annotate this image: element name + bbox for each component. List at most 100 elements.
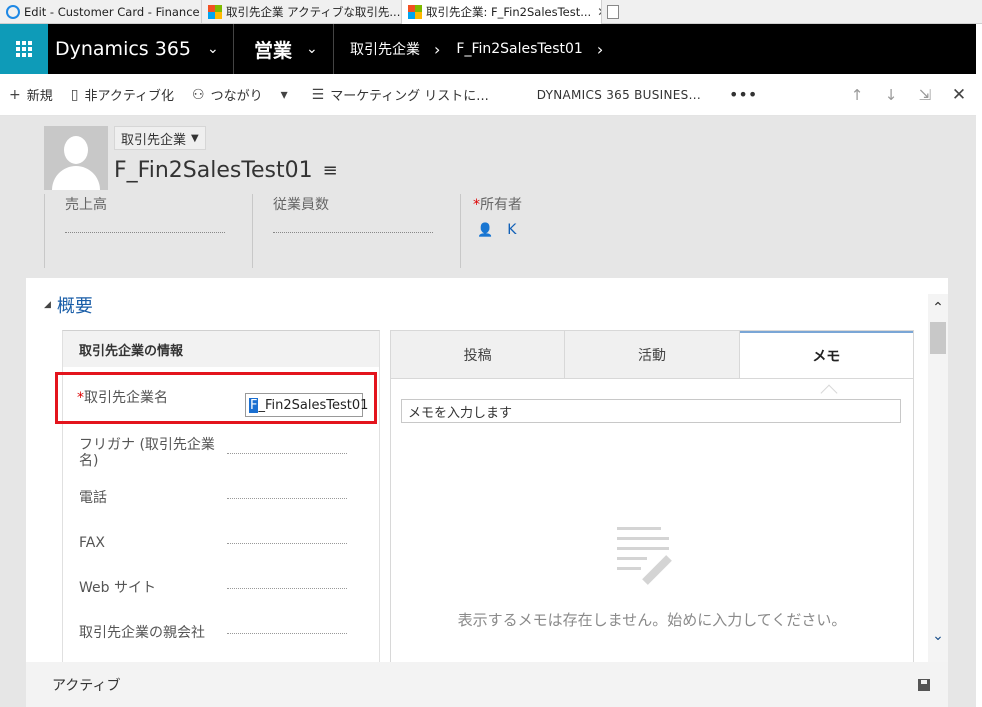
caret-down-icon: ▼	[191, 132, 199, 144]
empty-notes-message: 表示するメモは存在しません。始めに入力してください。	[457, 611, 847, 629]
tab-activities[interactable]: 活動	[565, 331, 740, 378]
scroll-down-icon[interactable]: ⌄	[928, 628, 948, 644]
browser-tab-customer-card[interactable]: Edit - Customer Card - Finance ...	[0, 0, 202, 24]
chevron-right-icon: ›	[596, 39, 604, 59]
module-title: 営業	[254, 39, 293, 62]
phone-label: 電話	[79, 490, 107, 506]
save-icon[interactable]	[918, 678, 930, 691]
ms-icon	[408, 5, 422, 19]
form-scrollbar[interactable]: ⌃ ⌄	[928, 294, 948, 662]
brand-menu[interactable]: Dynamics 365 ⌄	[48, 24, 234, 74]
header-field-employees: 従業員数	[252, 194, 452, 268]
owner-value: K	[507, 222, 517, 238]
revenue-value[interactable]	[65, 232, 225, 233]
scroll-up-icon[interactable]: ⌃	[928, 300, 948, 316]
breadcrumb-label: F_Fin2SalesTest01	[456, 41, 583, 57]
close-icon[interactable]: ✕	[942, 85, 976, 105]
header-field-revenue: 売上高	[44, 194, 244, 268]
owner-link[interactable]: 👤 K	[473, 222, 660, 238]
parent-account-value[interactable]	[227, 632, 347, 634]
people-icon: ⚇	[192, 86, 205, 103]
furigana-value[interactable]	[227, 452, 347, 454]
d365-business-button[interactable]: DYNAMICS 365 BUSINES...	[528, 88, 710, 102]
social-pane: 投稿 活動 メモ メモを入力します 表示するメモは存在しません。始めに入力してく…	[390, 330, 914, 662]
new-label: 新規	[26, 89, 53, 104]
page-margin	[0, 324, 26, 707]
employees-value[interactable]	[273, 232, 433, 233]
new-button[interactable]: + 新規	[0, 85, 62, 105]
arrow-down-icon[interactable]: ↓	[874, 86, 908, 104]
connect-button[interactable]: ⚇ つながり	[183, 85, 272, 105]
command-bar: + 新規 ▯ 非アクティブ化 ⚇ つながり ▾ ☰ マーケティング リストに..…	[0, 74, 976, 116]
module-menu[interactable]: 営業 ⌄	[234, 24, 334, 74]
field-parent-account: 取引先企業の親会社	[63, 614, 379, 652]
ms-icon	[208, 5, 222, 19]
user-icon: 👤	[477, 222, 494, 238]
record-nav-controls: ↑ ↓ ⇲ ✕	[840, 85, 976, 105]
required-star: *	[473, 197, 480, 213]
record-title: F_Fin2SalesTest01 ≡	[114, 158, 338, 183]
browser-tab-active-accounts[interactable]: 取引先企業 アクティブな取引先...	[202, 0, 402, 24]
highlight-box	[55, 372, 377, 424]
status-label: アクティブ	[52, 677, 121, 694]
ellipsis-icon: •••	[728, 85, 758, 104]
breadcrumb-record[interactable]: F_Fin2SalesTest01 ›	[440, 40, 603, 59]
menu-icon[interactable]: ≡	[323, 160, 338, 181]
website-label: Web サイト	[79, 580, 156, 596]
social-tabs: 投稿 活動 メモ	[391, 331, 913, 379]
header-field-owner: *所有者 👤 K	[460, 194, 660, 268]
parent-account-label: 取引先企業の親会社	[79, 625, 205, 641]
d365-business-label: DYNAMICS 365 BUSINES...	[536, 87, 701, 102]
chevron-down-icon: ⌄	[207, 41, 219, 57]
app-launcher-button[interactable]	[0, 24, 48, 74]
browser-tab-label: 取引先企業: F_Fin2SalesTest...	[426, 5, 592, 19]
status-footer: アクティブ	[26, 662, 948, 707]
fax-label: FAX	[79, 535, 105, 551]
field-website: Web サイト	[63, 569, 379, 607]
caret-down-icon: ▾	[280, 86, 288, 103]
account-info-header: 取引先企業の情報	[63, 331, 379, 367]
list-icon: ☰	[311, 86, 325, 103]
field-fax: FAX	[63, 524, 379, 562]
deactivate-button[interactable]: ▯ 非アクティブ化	[62, 85, 183, 105]
connect-dropdown[interactable]: ▾	[272, 87, 303, 103]
avatar[interactable]	[44, 126, 108, 190]
waffle-icon	[16, 41, 32, 57]
connect-label: つながり	[210, 89, 263, 104]
add-to-marketing-list-button[interactable]: ☰ マーケティング リストに...	[303, 85, 498, 105]
document-icon: ▯	[70, 86, 79, 103]
browser-tab-label: 取引先企業 アクティブな取引先...	[226, 5, 401, 19]
entity-type-label: 取引先企業	[121, 132, 187, 148]
note-input[interactable]: メモを入力します	[401, 399, 901, 423]
field-phone: 電話	[63, 479, 379, 517]
breadcrumb-accounts[interactable]: 取引先企業 ›	[334, 39, 440, 59]
arrow-up-icon[interactable]: ↑	[840, 86, 874, 104]
marketing-list-label: マーケティング リストに...	[330, 89, 489, 104]
phone-value[interactable]	[227, 497, 347, 499]
chevron-down-icon: ⌄	[306, 41, 318, 57]
more-commands-button[interactable]: •••	[720, 85, 766, 104]
record-name: F_Fin2SalesTest01	[114, 158, 313, 183]
new-tab-button[interactable]	[602, 0, 624, 23]
tab-posts[interactable]: 投稿	[391, 331, 566, 378]
popout-icon[interactable]: ⇲	[908, 86, 942, 104]
entity-type-selector[interactable]: 取引先企業 ▼	[114, 126, 206, 150]
fax-value[interactable]	[227, 542, 347, 544]
form-body: ◢ 概要 取引先企業の情報 *取引先企業名 F _Fin2SalesTest01 …	[26, 278, 948, 662]
website-value[interactable]	[227, 587, 347, 589]
top-nav-bar: Dynamics 365 ⌄ 営業 ⌄ 取引先企業 › F_Fin2SalesT…	[0, 24, 976, 74]
collapse-triangle-icon: ◢	[44, 300, 51, 310]
page-margin	[976, 24, 982, 707]
owner-label: 所有者	[480, 197, 522, 213]
brand-title: Dynamics 365	[55, 38, 191, 60]
browser-tab-account-record[interactable]: 取引先企業: F_Fin2SalesTest... ✕	[402, 0, 602, 24]
tab-notes[interactable]: メモ	[739, 331, 913, 378]
employees-label: 従業員数	[273, 197, 329, 213]
new-tab-icon	[607, 4, 619, 19]
section-summary-toggle[interactable]: ◢ 概要	[44, 292, 93, 318]
browser-tab-bar: Edit - Customer Card - Finance ... 取引先企業…	[0, 0, 982, 24]
notes-icon	[617, 527, 677, 587]
browser-tab-label: Edit - Customer Card - Finance ...	[24, 5, 202, 19]
field-furigana: フリガナ (取引先企業名)	[63, 431, 379, 475]
scroll-thumb[interactable]	[930, 322, 946, 354]
